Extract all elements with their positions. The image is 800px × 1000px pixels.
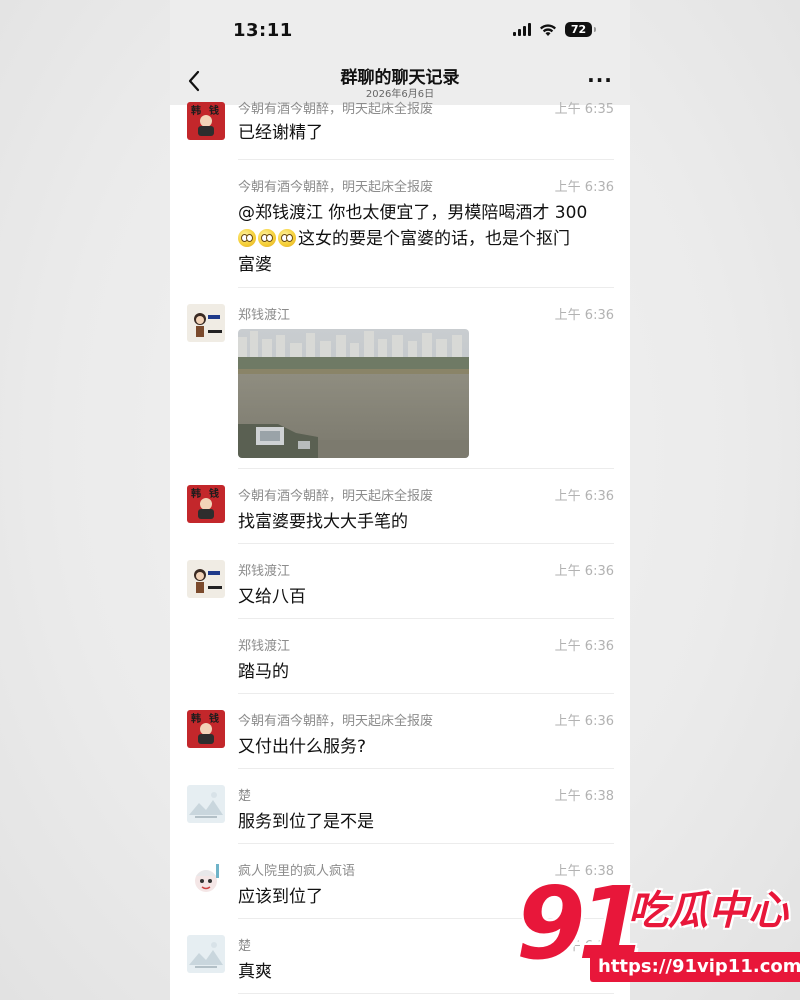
phone-screen: 13:11 72 群聊的聊天记录 2026年6月6日 ··· 韩 钱 今朝有酒今… [170,0,630,1000]
list-item[interactable]: 楚 上午 6:38 服务到位了是不是 [187,769,614,844]
sender-name: 郑钱渡江 [238,308,291,323]
list-item[interactable]: 今朝有酒今朝醉，明天起床全报废 上午 6:36 @郑钱渡江 你也太便宜了，男模陪… [238,160,614,288]
status-time: 13:11 [233,20,293,41]
sender-name: 楚 [238,789,252,804]
chat-record-list[interactable]: 韩 钱 今朝有酒今朝醉，明天起床全报废 上午 6:35 已经谢精了 今朝有酒今朝… [170,102,630,994]
avatar[interactable] [187,860,225,898]
svg-text:韩: 韩 [191,487,201,500]
message-time: 上午 6:36 [554,489,614,504]
message-text: 踏马的 [238,662,289,682]
avatar[interactable] [187,785,225,823]
message-text: 又付出什么服务? [238,737,367,757]
message-photo[interactable] [238,329,469,458]
message-text-line: @郑钱渡江 你也太便宜了，男模陪喝酒才 300 [238,203,588,223]
list-item[interactable]: 韩 钱 今朝有酒今朝醉，明天起床全报废 上午 6:36 又付出什么服务? [187,694,614,769]
message-text-fragment: 这女的要是个富婆的话，也是个抠门 [298,229,570,249]
list-item[interactable]: 郑钱渡江 上午 6:36 踏马的 [238,619,614,694]
list-item[interactable]: 郑钱渡江 上午 6:36 [187,288,614,469]
flushed-emoji-icon [278,229,296,247]
site-watermark: 91 吃瓜中心 https://91vip11.com [510,868,800,1000]
message-text-line: 富婆 [238,255,272,275]
svg-text:韩: 韩 [191,712,201,725]
more-dots-icon: ··· [587,68,613,92]
sender-name: 今朝有酒今朝醉，明天起床全报废 [238,102,434,117]
avatar[interactable] [187,560,225,598]
message-text: 又给八百 [238,587,306,607]
more-button[interactable]: ··· [586,70,614,92]
list-item[interactable]: 韩 钱 今朝有酒今朝醉，明天起床全报废 上午 6:35 已经谢精了 [187,102,614,160]
watermark-text: 吃瓜中心 [628,888,788,934]
sender-name: 郑钱渡江 [238,639,291,654]
sender-name: 郑钱渡江 [238,564,291,579]
wifi-icon [539,23,557,37]
svg-text:钱: 钱 [209,487,219,500]
message-time: 上午 6:36 [554,639,614,654]
message-time: 上午 6:36 [554,714,614,729]
battery-icon: 72 [565,22,596,37]
svg-text:钱: 钱 [209,104,219,117]
message-text-line: 这女的要是个富婆的话，也是个抠门 [238,226,614,252]
avatar[interactable]: 韩 钱 [187,710,225,748]
avatar[interactable]: 韩 钱 [187,102,225,140]
avatar[interactable] [187,935,225,973]
sender-name: 今朝有酒今朝醉，明天起床全报废 [238,489,434,504]
message-time: 上午 6:35 [554,102,614,117]
message-time: 上午 6:36 [554,180,614,195]
message-text: 服务到位了是不是 [238,812,374,832]
flushed-emoji-icon [238,229,256,247]
message-time: 上午 6:38 [554,789,614,804]
avatar[interactable] [187,304,225,342]
status-bar: 13:11 72 [170,0,630,58]
message-text: 找富婆要找大大手笔的 [238,512,408,532]
status-icons: 72 [513,22,596,37]
svg-text:韩: 韩 [191,104,201,117]
sender-name: 今朝有酒今朝醉，明天起床全报废 [238,714,434,729]
message-text: 已经谢精了 [238,123,323,143]
svg-text:钱: 钱 [209,712,219,725]
message-time: 上午 6:36 [554,564,614,579]
watermark-url: https://91vip11.com [590,952,800,982]
avatar[interactable]: 韩 钱 [187,485,225,523]
flushed-emoji-icon [258,229,276,247]
sender-name: 今朝有酒今朝醉，明天起床全报废 [238,180,434,195]
message-time: 上午 6:36 [554,308,614,323]
message-text: @郑钱渡江 你也太便宜了，男模陪喝酒才 300 这女的要是个富婆的话，也是个抠门… [238,200,614,278]
signal-icon [513,23,531,36]
sender-name: 疯人院里的疯人疯语 [238,864,356,879]
list-item[interactable]: 郑钱渡江 上午 6:36 又给八百 [187,544,614,619]
list-item[interactable]: 韩 钱 今朝有酒今朝醉，明天起床全报废 上午 6:36 找富婆要找大大手笔的 [187,469,614,544]
sender-name: 楚 [238,939,252,954]
